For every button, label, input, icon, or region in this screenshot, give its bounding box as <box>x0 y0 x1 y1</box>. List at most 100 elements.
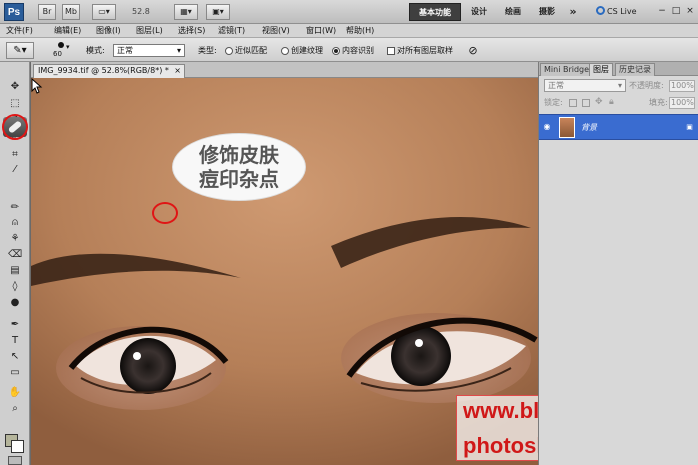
highlight-ring-tool <box>2 114 28 140</box>
shape-tool-icon[interactable]: ▭ <box>8 366 22 380</box>
layer-name: 背景 <box>581 123 597 132</box>
lock-position-icon[interactable]: ✥ <box>595 97 603 107</box>
chevron-down-icon: ▾ <box>66 43 70 51</box>
layers-panel: Mini Bridge 图层 历史记录 正常 ▾ 不透明度: 100% 锁定: ✥… <box>538 62 698 465</box>
mode-select[interactable]: 正常 ▾ <box>113 44 185 57</box>
history-brush-tool-icon[interactable]: ⚘ <box>8 232 22 246</box>
fill-field[interactable]: 100% <box>669 97 695 109</box>
application-bar: Ps Br Mb ▭▾ 52.8 ▦▾ ▣▾ 基本功能 设计 绘画 摄影 » C… <box>0 0 698 24</box>
annotation-line-1: 修饰皮肤 <box>199 143 279 167</box>
photoshop-logo: Ps <box>4 3 24 21</box>
menu-window[interactable]: 窗口(W) <box>306 25 336 37</box>
eye-icon[interactable]: ◉ <box>542 122 552 132</box>
layer-thumbnail <box>559 117 575 138</box>
menu-view[interactable]: 视图(V) <box>262 25 290 37</box>
cs-live-label: CS Live <box>607 7 637 16</box>
panel-tab-bar: Mini Bridge 图层 历史记录 <box>539 62 698 76</box>
highlight-ring-blemish <box>152 202 178 224</box>
lock-icon: ▣ <box>686 123 693 131</box>
mode-label: 模式: <box>86 46 105 55</box>
zoom-level-field[interactable]: 52.8 <box>122 5 170 19</box>
brush-tool-icon[interactable]: ✏ <box>8 201 22 215</box>
clone-stamp-tool-icon[interactable]: ⍝ <box>8 216 22 230</box>
brush-picker[interactable]: 60 ▾ <box>50 41 72 60</box>
arrange-icon: ▦▾ <box>180 7 192 16</box>
healing-brush-icon: ✎▾ <box>13 45 27 56</box>
blend-mode-select[interactable]: 正常 ▾ <box>544 79 626 92</box>
dodge-tool-icon[interactable]: ● <box>8 296 22 310</box>
fill-label: 填充: <box>649 98 668 107</box>
path-selection-tool-icon[interactable]: ↖ <box>8 350 22 364</box>
workspace-photography[interactable]: 摄影 <box>534 3 560 21</box>
type-tool-icon[interactable]: T <box>8 334 22 348</box>
marquee-tool-icon[interactable]: ⬚ <box>8 97 22 111</box>
tool-preset-picker[interactable]: ✎▾ <box>6 42 34 59</box>
document-tab-title: IMG_9934.tif @ 52.8%(RGB/8*) * <box>38 66 169 75</box>
opacity-field[interactable]: 100% <box>669 80 695 92</box>
menu-file[interactable]: 文件(F) <box>6 25 33 37</box>
minimize-button[interactable]: − <box>656 5 668 17</box>
opacity-label: 不透明度: <box>629 81 664 90</box>
document-tab[interactable]: IMG_9934.tif @ 52.8%(RGB/8*) * × <box>33 64 185 78</box>
type-proximity-label: 近似匹配 <box>235 46 267 55</box>
pen-tool-icon[interactable]: ✒ <box>8 318 22 332</box>
menu-select[interactable]: 选择(S) <box>178 25 205 37</box>
blur-tool-icon[interactable]: ◊ <box>8 280 22 294</box>
menu-image[interactable]: 图像(I) <box>96 25 121 37</box>
tab-layers[interactable]: 图层 <box>589 63 613 76</box>
pen-pressure-icon: ⊘ <box>468 44 478 57</box>
gradient-tool-icon[interactable]: ▤ <box>8 264 22 278</box>
lock-pixels-icon[interactable] <box>582 99 590 107</box>
arrange-documents-button[interactable]: ▦▾ <box>174 4 198 20</box>
menu-edit[interactable]: 编辑(E) <box>54 25 81 37</box>
brush-size-value: 60 <box>53 50 62 58</box>
crop-tool-icon[interactable]: ⌗ <box>8 148 22 162</box>
annotation-line-2: 痘印杂点 <box>199 167 279 191</box>
tab-history[interactable]: 历史记录 <box>615 63 655 76</box>
blend-mode-value: 正常 <box>548 81 564 90</box>
screen-mode-icon: ▣▾ <box>212 7 224 16</box>
layer-row-background[interactable]: ◉ 背景 ▣ <box>539 114 698 140</box>
type-label: 类型: <box>198 46 217 55</box>
menu-bar: 文件(F) 编辑(E) 图像(I) 图层(L) 选择(S) 滤镜(T) 视图(V… <box>0 24 698 38</box>
screen-mode-button[interactable]: ▣▾ <box>206 4 230 20</box>
hand-tool-icon[interactable]: ✋ <box>8 386 22 400</box>
cs-live-menu[interactable]: CS Live <box>596 5 652 19</box>
workspace-design[interactable]: 设计 <box>466 3 492 21</box>
menu-help[interactable]: 帮助(H) <box>346 25 374 37</box>
chevron-down-icon: ▾ <box>617 81 622 90</box>
move-tool-icon[interactable]: ✥ <box>8 80 22 94</box>
sample-all-layers-checkbox[interactable] <box>387 47 395 55</box>
quick-mask-button[interactable] <box>8 456 22 465</box>
zoom-tool-icon[interactable]: ⌕ <box>8 402 22 416</box>
view-extras-icon: ▭▾ <box>98 7 110 16</box>
menu-filter[interactable]: 滤镜(T) <box>218 25 245 37</box>
lock-transparency-icon[interactable] <box>569 99 577 107</box>
chevron-down-icon: ▾ <box>176 46 181 55</box>
eyedropper-tool-icon[interactable]: ⁄ <box>8 163 22 177</box>
close-button[interactable]: × <box>684 5 696 17</box>
pressure-size-button[interactable]: ⊘ <box>464 42 482 59</box>
type-texture-label: 创建纹理 <box>291 46 323 55</box>
more-workspaces-button[interactable]: » <box>566 3 580 21</box>
type-texture-radio[interactable] <box>281 47 289 55</box>
type-content-aware-radio[interactable] <box>332 47 340 55</box>
type-content-aware-label: 内容识别 <box>342 46 374 55</box>
workspace-painting[interactable]: 绘画 <box>500 3 526 21</box>
close-icon[interactable]: × <box>174 65 181 77</box>
tab-mini-bridge[interactable]: Mini Bridge <box>540 63 594 76</box>
bridge-button[interactable]: Br <box>38 4 56 20</box>
background-color-swatch[interactable] <box>11 440 24 453</box>
annotation-bubble: 修饰皮肤 痘印杂点 <box>173 134 305 200</box>
lock-all-icon[interactable]: 🔒︎ <box>609 97 614 107</box>
mini-bridge-button[interactable]: Mb <box>62 4 80 20</box>
view-extras-button[interactable]: ▭▾ <box>92 4 116 20</box>
menu-layer[interactable]: 图层(L) <box>136 25 163 37</box>
maximize-button[interactable]: □ <box>670 5 682 17</box>
type-proximity-radio[interactable] <box>225 47 233 55</box>
mode-value: 正常 <box>117 46 133 55</box>
workspace-essentials[interactable]: 基本功能 <box>409 3 461 21</box>
eraser-tool-icon[interactable]: ⌫ <box>8 248 22 262</box>
sample-all-layers-label: 对所有图层取样 <box>397 46 453 55</box>
mouse-cursor-icon <box>31 78 43 94</box>
